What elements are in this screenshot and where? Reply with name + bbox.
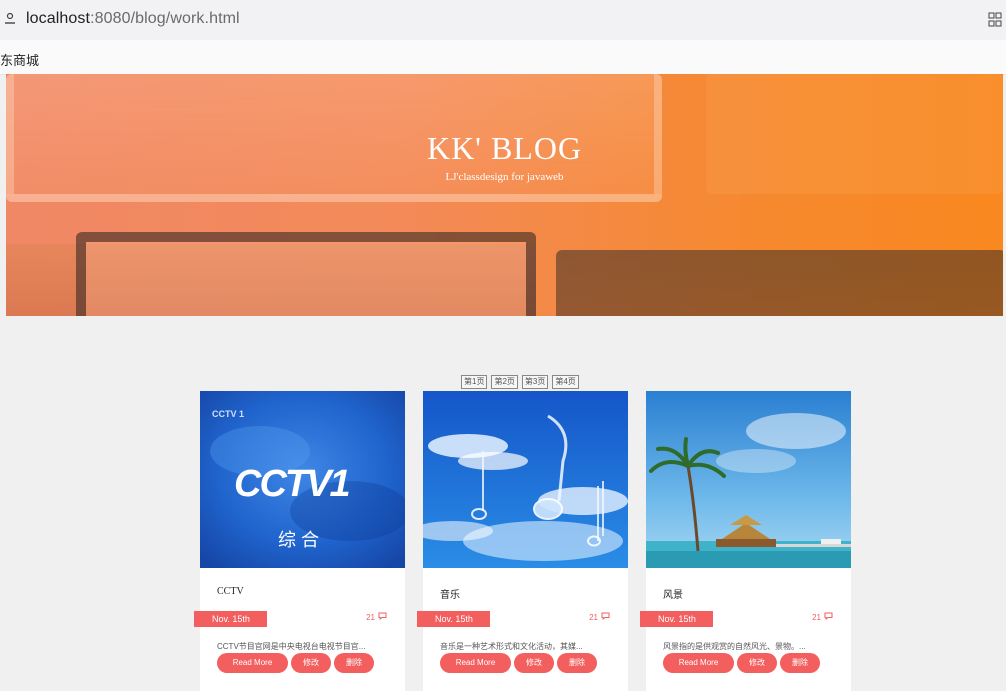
comment-count-value: 21 — [366, 612, 375, 622]
comment-count-value: 21 — [589, 612, 598, 622]
hero-bg-monitor — [556, 250, 1003, 316]
hero-title: KK' BLOG — [426, 130, 583, 166]
date-badge: Nov. 15th — [640, 611, 713, 627]
comment-count[interactable]: 21 — [589, 612, 610, 622]
edit-button[interactable]: 修改 — [291, 653, 331, 673]
card-title[interactable]: CCTV — [217, 586, 244, 597]
url-text[interactable]: localhost:8080/blog/work.html — [26, 10, 240, 28]
page-link-2[interactable]: 第2页 — [491, 375, 518, 389]
date-badge: Nov. 15th — [194, 611, 267, 627]
card-image-landscape[interactable] — [646, 391, 851, 568]
hero-bg-laptop-screen — [76, 232, 536, 316]
cctv-channel-name: 综 合 — [278, 530, 320, 550]
blog-card: 风景 Nov. 15th 21 风景指的是供观赏的自然风光、景物。... Rea… — [640, 391, 851, 691]
address-bar[interactable]: localhost:8080/blog/work.html — [0, 0, 1006, 40]
card-image-cctv[interactable]: CCTV 1 CCTV1 综 合 — [200, 391, 405, 568]
delete-button[interactable]: 删除 — [557, 653, 597, 673]
date-badge: Nov. 15th — [417, 611, 490, 627]
delete-button[interactable]: 删除 — [780, 653, 820, 673]
comment-count[interactable]: 21 — [812, 612, 833, 622]
blog-card: CCTV 1 CCTV1 综 合 CCTV Nov. 15th 21 CCTV节… — [194, 391, 405, 691]
edit-button[interactable]: 修改 — [514, 653, 554, 673]
card-description: CCTV节目官网是中央电视台电视节目官... — [217, 642, 366, 651]
delete-button[interactable]: 删除 — [334, 653, 374, 673]
read-more-button[interactable]: Read More — [663, 653, 734, 673]
comment-icon — [601, 612, 610, 622]
comment-count-value: 21 — [812, 612, 821, 622]
comment-count[interactable]: 21 — [366, 612, 387, 622]
pagination: 第1页 第2页 第3页 第4页 — [461, 375, 579, 389]
card-title[interactable]: 音乐 — [440, 586, 460, 601]
card-description: 风景指的是供观赏的自然风光、景物。... — [663, 642, 806, 651]
read-more-button[interactable]: Read More — [440, 653, 511, 673]
comment-icon — [824, 612, 833, 622]
url-path: :8080/blog/work.html — [90, 10, 240, 27]
hero-banner: KK' BLOG LJ'classdesign for javaweb — [6, 74, 1003, 316]
card-title[interactable]: 风景 — [663, 586, 683, 601]
cctv-logo-text: CCTV1 — [234, 463, 351, 505]
page-link-3[interactable]: 第3页 — [521, 375, 549, 389]
read-more-button[interactable]: Read More — [217, 653, 288, 673]
site-info-icon[interactable] — [4, 12, 16, 26]
card-image-music[interactable] — [423, 391, 628, 568]
hero-subtitle: LJ'classdesign for javaweb — [445, 171, 564, 183]
card-actions: Read More 修改 删除 — [217, 653, 374, 673]
page-link-4[interactable]: 第4页 — [552, 375, 579, 389]
page-link-1[interactable]: 第1页 — [461, 375, 488, 389]
card-actions: Read More 修改 删除 — [663, 653, 820, 673]
edit-button[interactable]: 修改 — [737, 653, 777, 673]
bookmarks-bar: 东商城 — [0, 40, 1006, 75]
card-description: 音乐是一种艺术形式和文化活动，其媒... — [440, 642, 583, 651]
blog-card: 音乐 Nov. 15th 21 音乐是一种艺术形式和文化活动，其媒... Rea… — [417, 391, 628, 691]
url-host: localhost — [26, 10, 91, 27]
cctv-watermark: CCTV 1 — [212, 409, 245, 419]
card-actions: Read More 修改 删除 — [440, 653, 597, 673]
grid-menu-icon[interactable] — [988, 12, 1002, 28]
bookmark-item[interactable]: 东商城 — [0, 50, 39, 69]
comment-icon — [378, 612, 387, 622]
